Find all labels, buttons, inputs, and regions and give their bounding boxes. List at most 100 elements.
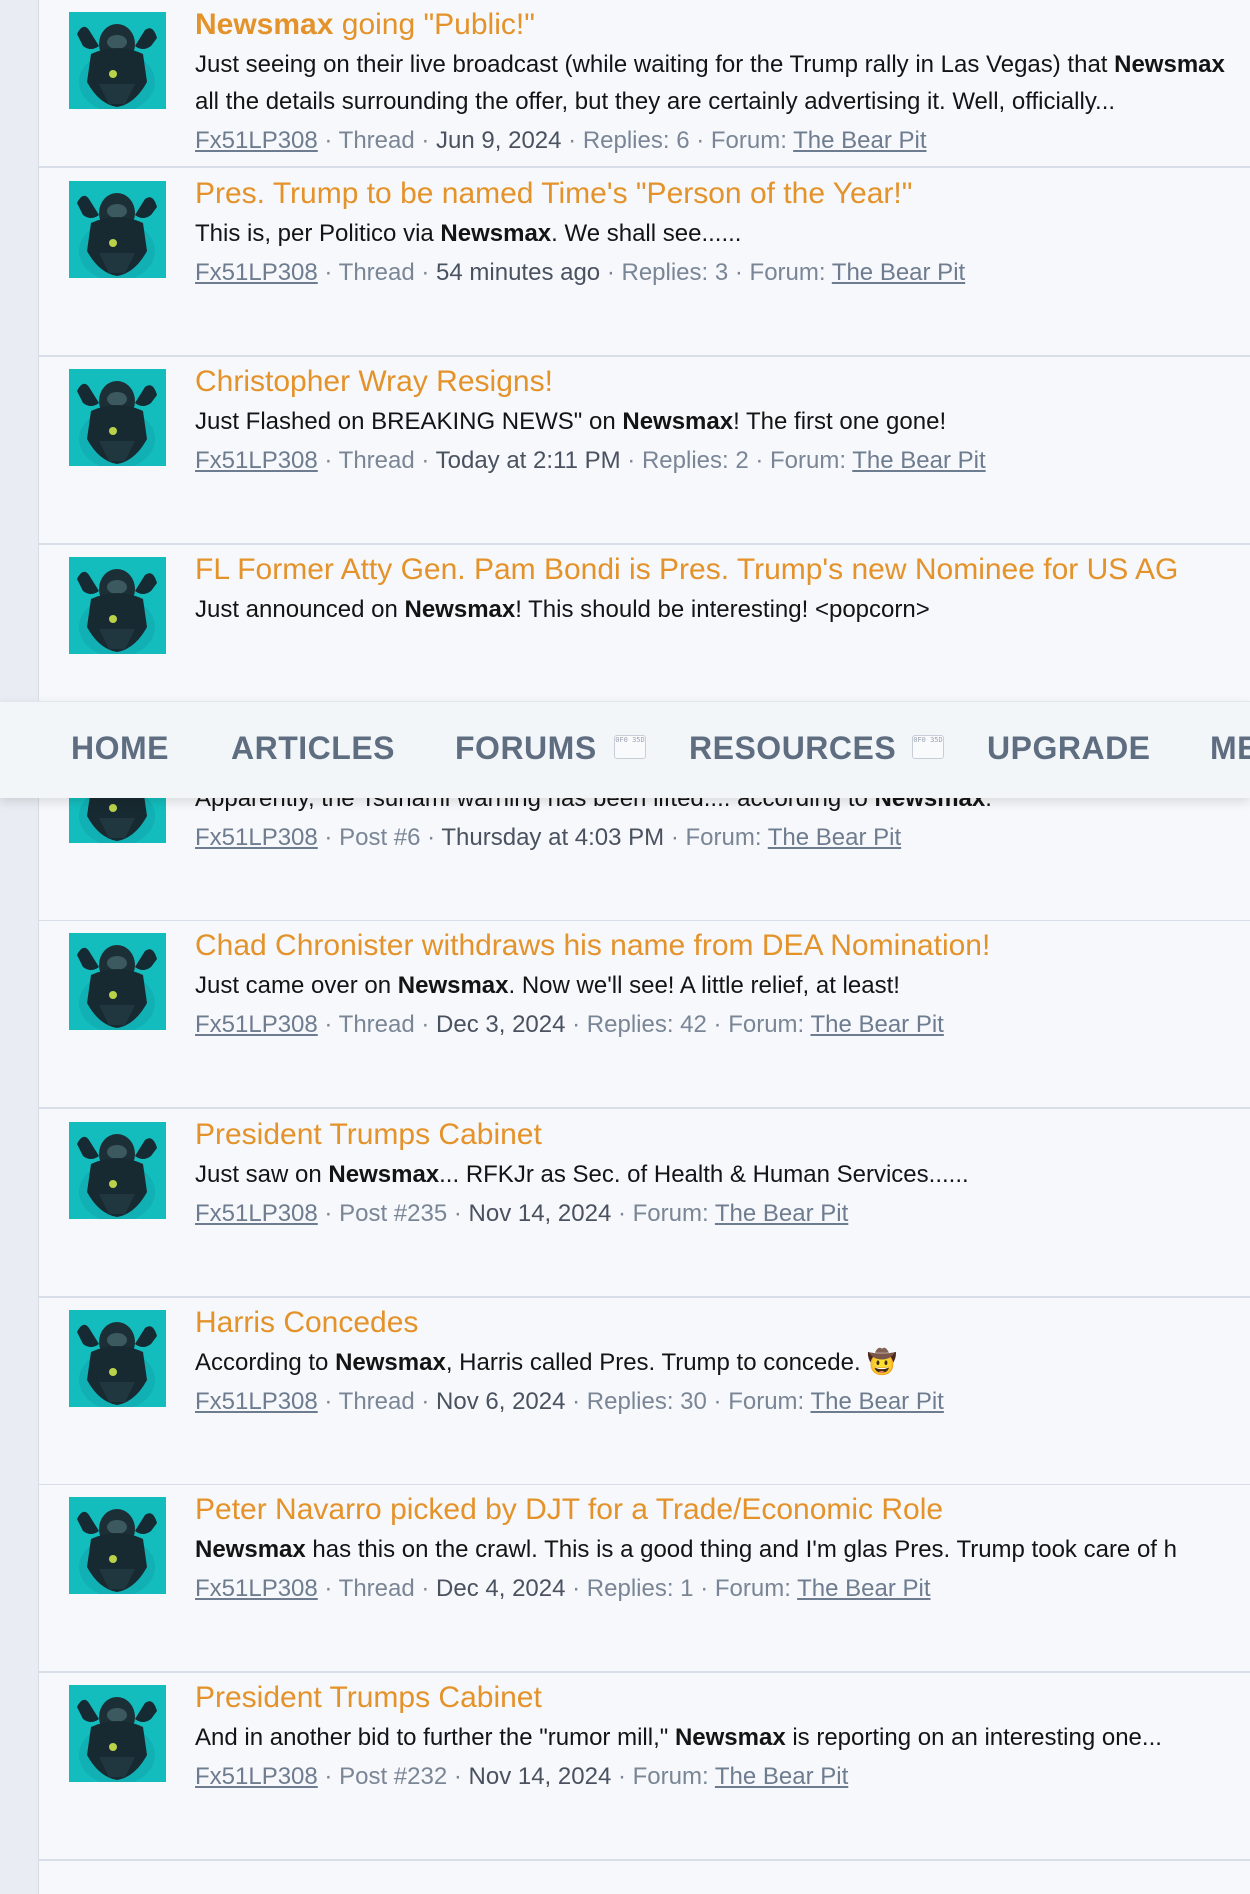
result-snippet: Just announced on Newsmax! This should b… xyxy=(195,591,1250,628)
avatar[interactable] xyxy=(69,12,166,109)
avatar[interactable] xyxy=(69,1310,166,1407)
content-type: Thread xyxy=(338,127,415,154)
nav-me[interactable]: ME xyxy=(1210,728,1250,768)
snippet-highlight: Newsmax xyxy=(335,1349,446,1376)
post-date: Nov 6, 2024 xyxy=(436,1388,566,1415)
content-type: Thread xyxy=(338,1575,415,1602)
nav-forums[interactable]: FORUMS xyxy=(455,728,597,768)
forum-link[interactable]: The Bear Pit xyxy=(810,1388,943,1415)
reply-count: Replies: 1 xyxy=(586,1575,694,1602)
title-text: Chad Chronister withdraws his name from … xyxy=(195,929,991,962)
content-type: Post #235 xyxy=(339,1200,448,1227)
author-link[interactable]: Fx51LP308 xyxy=(195,1763,318,1790)
snippet-highlight: Newsmax xyxy=(622,408,734,435)
author-link[interactable]: Fx51LP308 xyxy=(195,259,318,286)
snippet-highlight: Newsmax xyxy=(397,972,509,999)
avatar[interactable] xyxy=(69,369,166,466)
forum-link[interactable]: The Bear Pit xyxy=(797,1575,930,1602)
forum-link[interactable]: The Bear Pit xyxy=(810,1011,943,1038)
avatar[interactable] xyxy=(69,1685,166,1782)
result-snippet-line2: all the details surrounding the offer, b… xyxy=(195,88,1116,115)
post-date: Jun 9, 2024 xyxy=(436,127,562,154)
nav-articles[interactable]: ARTICLES xyxy=(231,728,395,768)
snippet-highlight: Newsmax xyxy=(404,596,516,623)
author-link[interactable]: Fx51LP308 xyxy=(195,1575,318,1602)
title-text: Harris Concedes xyxy=(195,1306,419,1339)
snippet-text: According to xyxy=(195,1349,336,1376)
result-meta: Fx51LP308 · Thread · Today at 2:11 PM · … xyxy=(195,447,986,474)
avatar[interactable] xyxy=(69,181,166,278)
result-title-link[interactable]: Chad Chronister withdraws his name from … xyxy=(195,927,1250,967)
forum-link[interactable]: The Bear Pit xyxy=(715,1200,848,1227)
snippet-text: . We shall see...... xyxy=(551,220,742,247)
result-title-link[interactable]: President Trumps Cabinet xyxy=(195,1116,1250,1156)
forum-link[interactable]: The Bear Pit xyxy=(832,259,965,286)
result-title-link[interactable]: Harris Concedes xyxy=(195,1304,1250,1344)
post-date: Nov 14, 2024 xyxy=(468,1200,612,1227)
result-title-link[interactable]: President Trumps Cabinet xyxy=(195,1679,1250,1719)
forum-link[interactable]: The Bear Pit xyxy=(768,824,901,851)
snippet-text: Just came over on xyxy=(195,972,398,999)
post-date: Dec 4, 2024 xyxy=(436,1575,566,1602)
reply-count: Replies: 2 xyxy=(641,447,749,474)
avatar[interactable] xyxy=(69,1122,166,1219)
snippet-text: This is, per Politico via xyxy=(195,220,441,247)
snippet-text: ... RFKJr as Sec. of Health & Human Serv… xyxy=(439,1161,969,1188)
author-link[interactable]: Fx51LP308 xyxy=(195,824,318,851)
result-title-link[interactable]: Peter Navarro picked by DJT for a Trade/… xyxy=(195,1491,1250,1531)
forum-info: Forum: The Bear Pit xyxy=(686,824,902,851)
forums-dropdown-icon[interactable]: 0F0 35D xyxy=(614,735,646,759)
nav-upgrade[interactable]: UPGRADE xyxy=(987,728,1151,768)
title-highlight: Newsmax xyxy=(195,8,334,41)
forum-label: Forum: xyxy=(749,259,826,286)
nav-resources[interactable]: RESOURCES xyxy=(689,728,896,768)
avatar[interactable] xyxy=(69,557,166,654)
result-snippet: And in another bid to further the "rumor… xyxy=(195,1719,1250,1756)
nav-home[interactable]: HOME xyxy=(71,728,169,768)
result-title-link[interactable]: Pres. Trump to be named Time's "Person o… xyxy=(195,175,1250,215)
snippet-text: is reporting on an interesting one... xyxy=(785,1724,1162,1751)
resources-dropdown-icon[interactable]: 0F0 35D xyxy=(912,735,944,759)
result-item: Chad Chronister withdraws his name from … xyxy=(39,921,1250,1109)
forum-label: Forum: xyxy=(714,1575,791,1602)
result-title-link[interactable]: Christopher Wray Resigns! xyxy=(195,363,1250,403)
snippet-text: ! This should be interesting! <popcorn> xyxy=(515,596,930,623)
result-meta: Fx51LP308 · Thread · Jun 9, 2024 · Repli… xyxy=(195,127,927,154)
title-text: FL Former Atty Gen. Pam Bondi is Pres. T… xyxy=(195,553,1179,586)
author-link[interactable]: Fx51LP308 xyxy=(195,1388,318,1415)
author-link[interactable]: Fx51LP308 xyxy=(195,127,318,154)
title-text: going "Public!" xyxy=(333,8,535,41)
forum-link[interactable]: The Bear Pit xyxy=(793,127,926,154)
forum-label: Forum: xyxy=(770,447,847,474)
author-link[interactable]: Fx51LP308 xyxy=(195,1200,318,1227)
result-meta: Fx51LP308 · Post #235 · Nov 14, 2024 · F… xyxy=(195,1200,849,1227)
forum-link[interactable]: The Bear Pit xyxy=(715,1763,848,1790)
result-title-link[interactable]: FL Former Atty Gen. Pam Bondi is Pres. T… xyxy=(195,551,1250,591)
result-meta: Fx51LP308 · Post #6 · Thursday at 4:03 P… xyxy=(195,824,902,851)
forum-label: Forum: xyxy=(632,1200,709,1227)
snippet-text: . Now we'll see! A little relief, at lea… xyxy=(508,972,900,999)
author-link[interactable]: Fx51LP308 xyxy=(195,1011,318,1038)
result-title-link[interactable]: Newsmax going "Public!" xyxy=(195,6,1250,46)
snippet-text: Just Flashed on BREAKING NEWS" on xyxy=(195,408,623,435)
result-snippet: This is, per Politico via Newsmax. We sh… xyxy=(195,215,1250,252)
avatar[interactable] xyxy=(69,933,166,1030)
snippet-text: , Harris called Pres. Trump to concede. … xyxy=(445,1349,898,1376)
author-link[interactable]: Fx51LP308 xyxy=(195,447,318,474)
forum-info: Forum: The Bear Pit xyxy=(715,1575,931,1602)
result-item: Pres. Trump to be named Time's "Person o… xyxy=(39,169,1250,357)
post-date: Dec 3, 2024 xyxy=(436,1011,566,1038)
result-meta: Fx51LP308 · Thread · 54 minutes ago · Re… xyxy=(195,259,966,286)
snippet-text: And in another bid to further the "rumor… xyxy=(195,1724,675,1751)
avatar[interactable] xyxy=(69,1497,166,1594)
forum-link[interactable]: The Bear Pit xyxy=(852,447,985,474)
content-type: Thread xyxy=(338,259,415,286)
content-type: Post #6 xyxy=(339,824,421,851)
result-snippet: According to Newsmax, Harris called Pres… xyxy=(195,1344,1250,1381)
snippet-highlight: Newsmax xyxy=(440,220,552,247)
snippet-text: Just announced on xyxy=(195,596,405,623)
result-snippet: Just saw on Newsmax... RFKJr as Sec. of … xyxy=(195,1156,1250,1193)
forum-info: Forum: The Bear Pit xyxy=(728,1388,944,1415)
snippet-highlight: Newsmax xyxy=(195,1536,306,1563)
result-snippet: Just Flashed on BREAKING NEWS" on Newsma… xyxy=(195,403,1250,440)
